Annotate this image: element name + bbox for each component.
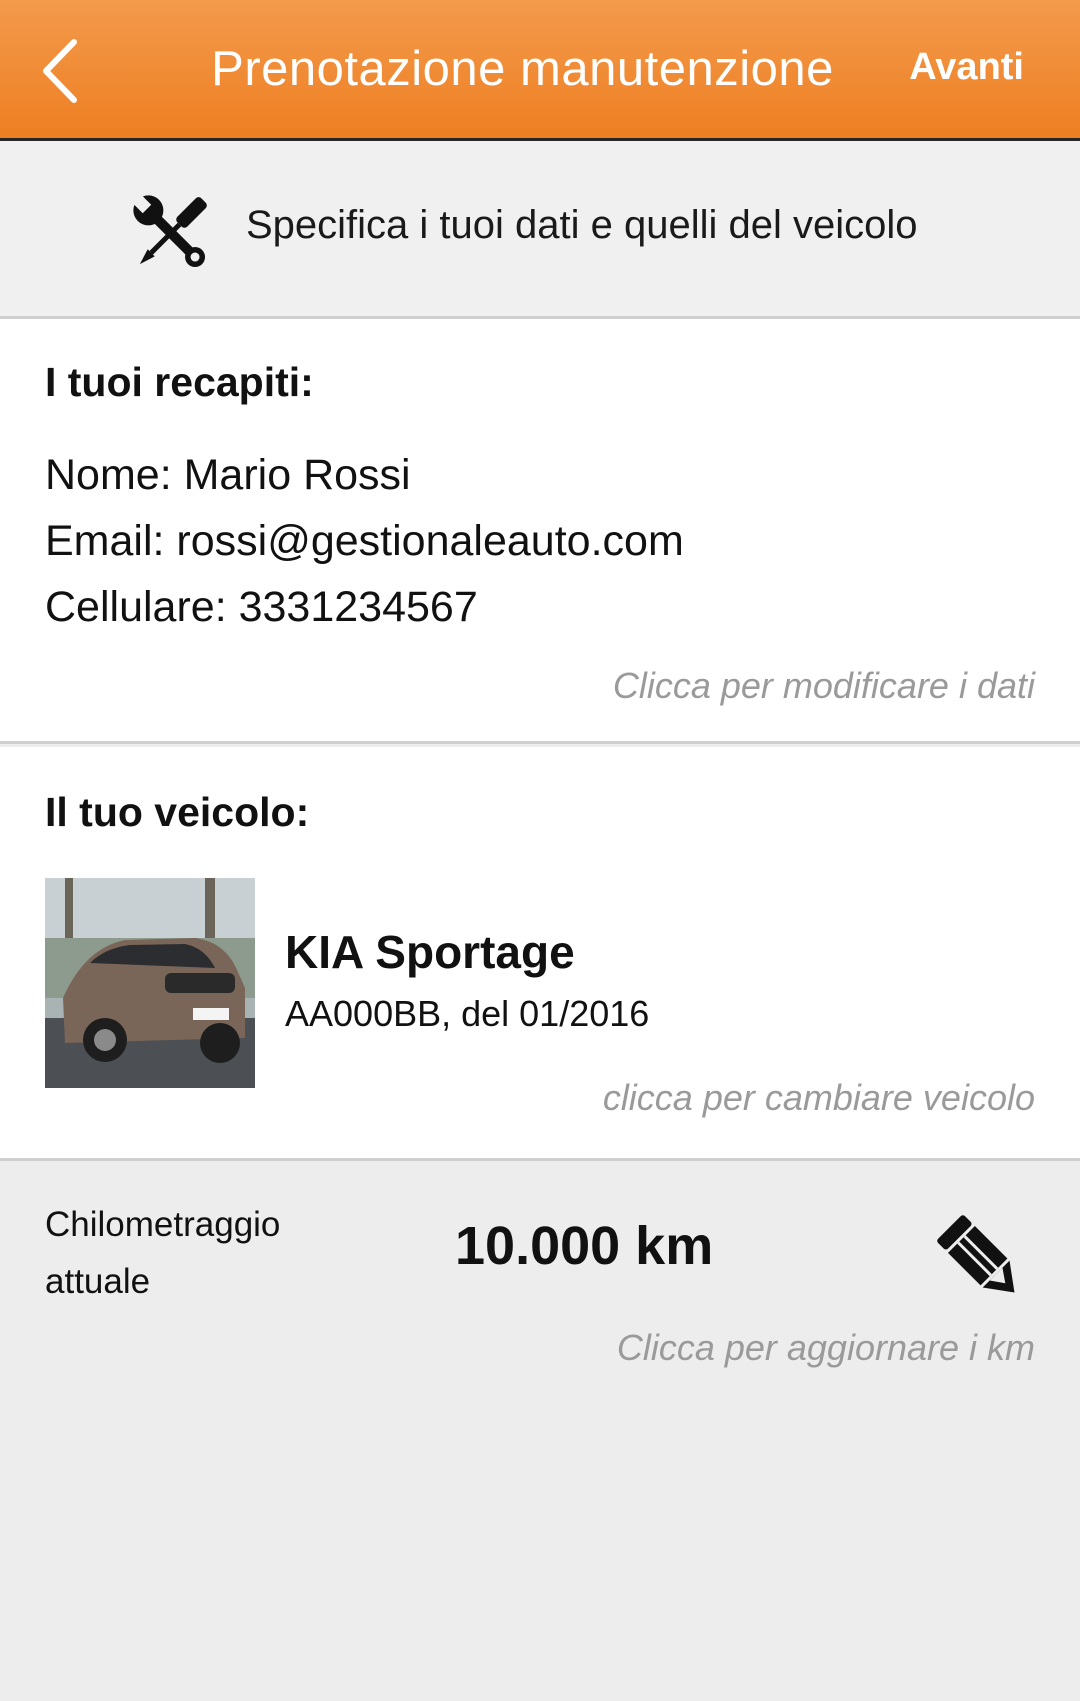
edit-contacts-hint[interactable]: Clicca per modificare i dati — [613, 665, 1035, 707]
vehicle-title: Il tuo veicolo: — [45, 789, 310, 835]
mileage-label-line1: Chilometraggio — [45, 1205, 281, 1244]
mileage-label: Chilometraggio attuale — [45, 1196, 345, 1310]
app-header: Prenotazione manutenzione Avanti — [0, 0, 1080, 141]
contacts-card[interactable]: I tuoi recapiti: Nome: Mario Rossi Email… — [0, 319, 1080, 744]
page-title: Prenotazione manutenzione — [211, 42, 834, 96]
next-button[interactable]: Avanti — [909, 0, 1024, 134]
edit-mileage-button[interactable] — [930, 1208, 1025, 1303]
mileage-value: 10.000 km — [455, 1216, 714, 1276]
contact-email: Email: rossi@gestionaleauto.com — [45, 517, 684, 565]
update-mileage-hint[interactable]: Clicca per aggiornare i km — [617, 1327, 1035, 1369]
vehicle-details: AA000BB, del 01/2016 — [285, 993, 650, 1034]
mileage-label-line2: attuale — [45, 1262, 151, 1301]
change-vehicle-hint[interactable]: clicca per cambiare veicolo — [603, 1077, 1035, 1119]
app-screen: Prenotazione manutenzione Avanti Specifi… — [0, 0, 1080, 1701]
vehicle-model: KIA Sportage — [285, 926, 575, 978]
vehicle-photo — [45, 878, 255, 1088]
wrench-screwdriver-icon — [131, 193, 207, 268]
contact-phone: Cellulare: 3331234567 — [45, 583, 478, 631]
pencil-icon — [937, 1215, 1015, 1293]
contacts-title: I tuoi recapiti: — [45, 359, 314, 405]
car-image — [45, 878, 255, 1088]
contact-name: Nome: Mario Rossi — [45, 451, 411, 499]
vehicle-card[interactable]: Il tuo veicolo: KIA Sportage AA000BB, de… — [0, 747, 1080, 1161]
intro-text: Specifica i tuoi dati e quelli del veico… — [246, 203, 918, 247]
intro-banner: Specifica i tuoi dati e quelli del veico… — [0, 141, 1080, 319]
